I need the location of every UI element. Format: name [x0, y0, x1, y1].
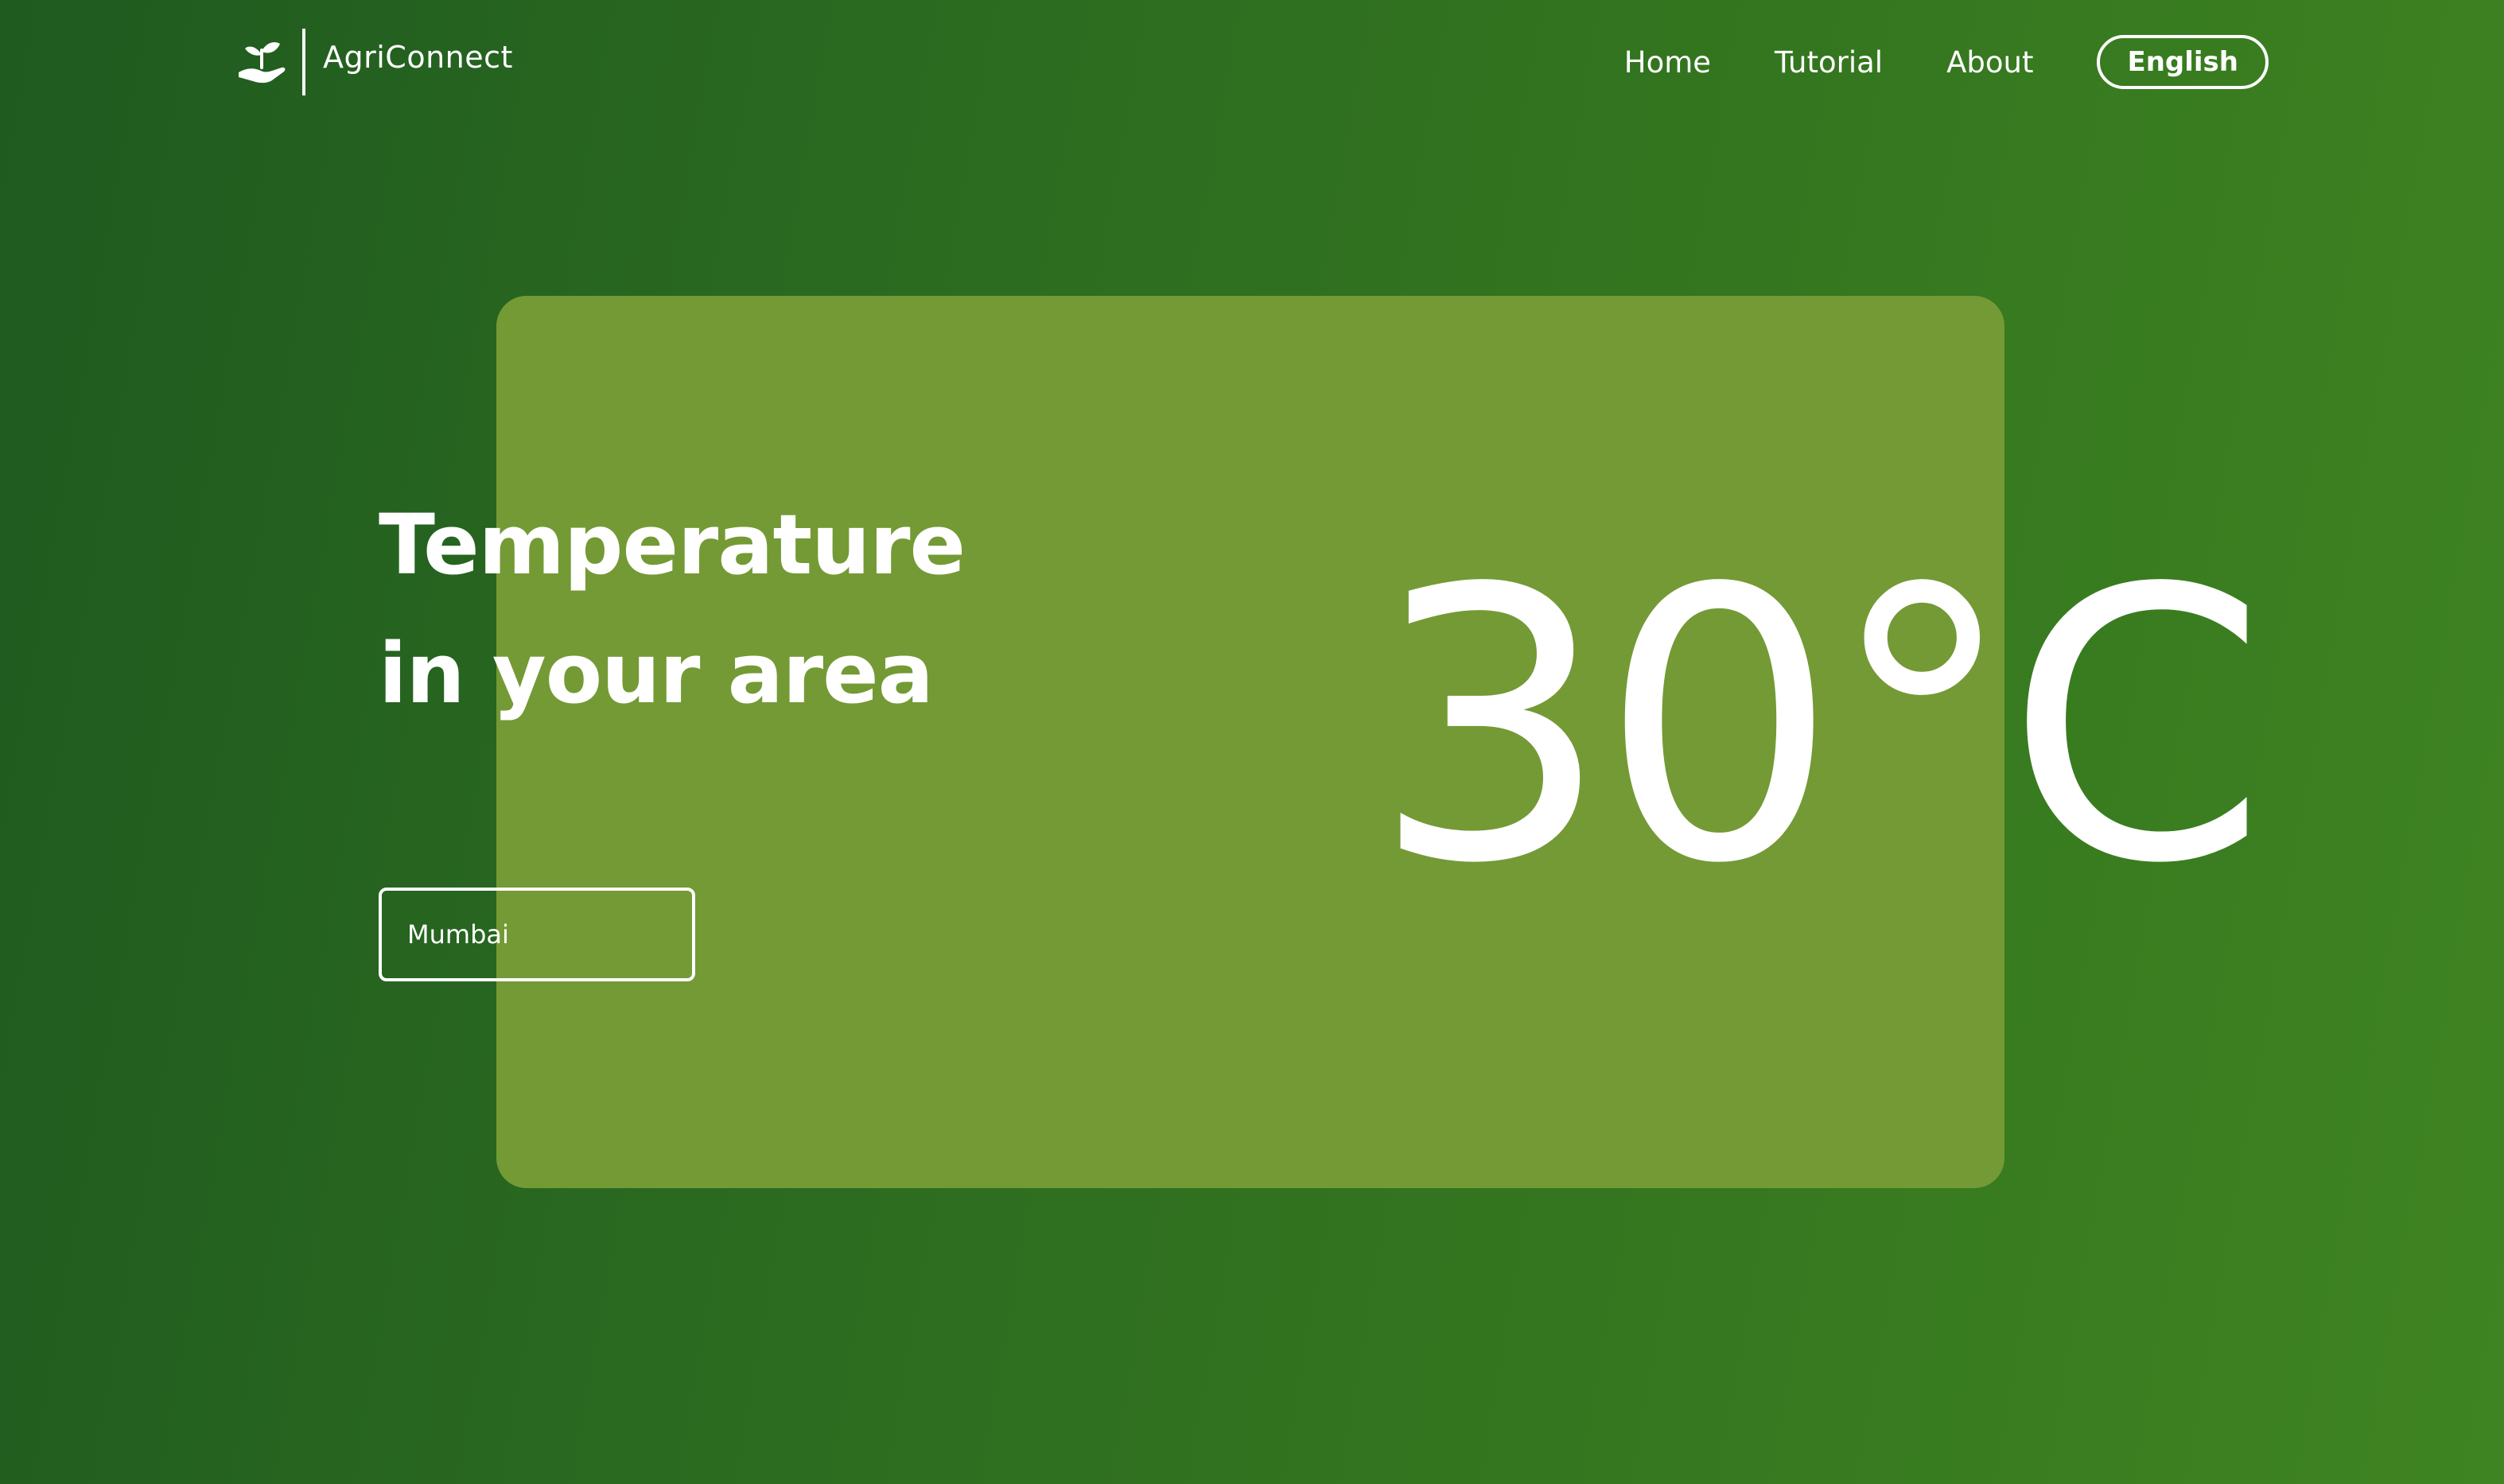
page-heading: Temperature in your area: [379, 480, 966, 738]
language-button[interactable]: English: [2097, 35, 2269, 89]
temperature-value: 30°C: [1371, 510, 2267, 945]
top-navigation: Home Tutorial About English: [1624, 33, 2269, 91]
nav-tutorial-link[interactable]: Tutorial: [1775, 45, 1883, 80]
city-input[interactable]: [379, 888, 695, 981]
nav-home-link[interactable]: Home: [1624, 45, 1711, 80]
logo-divider: [302, 29, 305, 95]
hand-with-sprout-icon: [239, 42, 286, 84]
heading-line-1: Temperature: [379, 496, 966, 593]
brand-logo[interactable]: AgriConnect: [235, 29, 513, 95]
brand-name: AgriConnect: [323, 40, 513, 75]
heading-line-2: in your area: [379, 625, 934, 722]
nav-about-link[interactable]: About: [1946, 45, 2033, 80]
